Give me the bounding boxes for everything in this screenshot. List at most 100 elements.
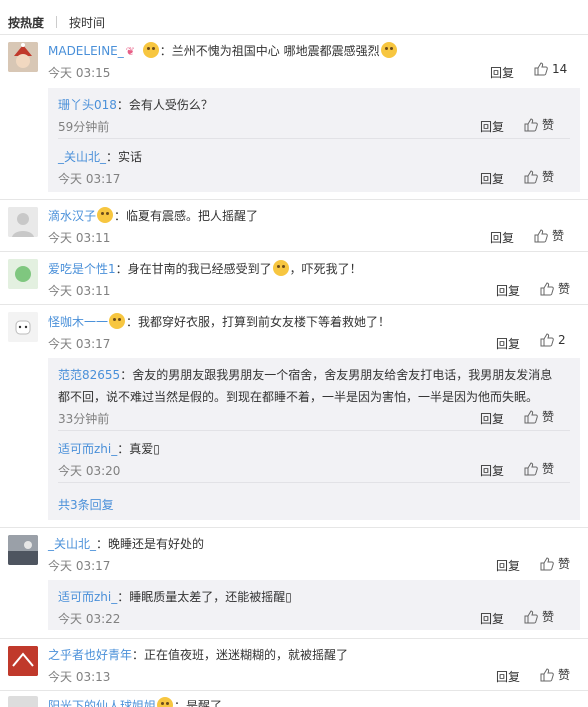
comment-text: ：是醒了 <box>174 699 223 707</box>
reply-text: ：实话 <box>106 150 143 164</box>
reply-text: ：睡眠质量太差了，还能被摇醒▯ <box>117 590 292 604</box>
like-button[interactable]: 14 <box>534 62 567 76</box>
comment-time: 今天 03:15 <box>48 66 111 80</box>
like-count: 2 <box>558 333 566 347</box>
reply-line: 适可而zhi_：睡眠质量太差了，还能被摇醒▯ <box>58 588 292 605</box>
comment-line: 阳光下的仙人球姐姐 ：是醒了 <box>48 697 222 707</box>
like-button[interactable]: 赞 <box>540 666 570 683</box>
reply-time: 33分钟前 <box>58 412 110 426</box>
reply-user[interactable]: 适可而zhi_ <box>58 590 117 604</box>
avatar[interactable] <box>8 535 38 565</box>
comment-user[interactable]: 阳光下的仙人球姐姐 <box>48 699 156 707</box>
comment-text: ：兰州不愧为祖国中心 哪地震都震感强烈 <box>159 44 380 58</box>
comment-user[interactable]: 爱吃是个性1 <box>48 262 116 276</box>
comment-text: ：晚睡还是有好处的 <box>96 537 205 551</box>
reply-user[interactable]: 珊丫头018 <box>58 98 117 112</box>
comment-line: _关山北_：晚睡还是有好处的 <box>48 535 204 552</box>
like-button[interactable]: 赞 <box>524 608 554 625</box>
divider <box>0 690 588 691</box>
reply-time: 今天 03:22 <box>58 612 121 626</box>
comment-text: ：我都穿好衣服，打算到前女友楼下等着救她了！ <box>126 315 391 329</box>
like-button[interactable]: 2 <box>540 333 566 347</box>
reply-line: 范范82655：舍友的男朋友跟我男朋友一个宿舍，舍友男朋友给舍友打电话，我男朋友… <box>58 366 552 383</box>
reply-button[interactable]: 回复 <box>480 118 504 135</box>
like-label: 赞 <box>542 610 555 624</box>
divider <box>0 34 588 35</box>
thumbs-up-icon <box>524 461 538 475</box>
reply-button[interactable]: 回复 <box>480 462 504 479</box>
comment-user[interactable]: 之乎者也好青年 <box>48 648 132 662</box>
like-button[interactable]: 赞 <box>540 280 570 297</box>
reply-line: _关山北_：实话 <box>58 148 142 165</box>
tab-time[interactable]: 按时间 <box>69 14 105 31</box>
comment-user[interactable]: 怪咖木一一 <box>48 315 108 329</box>
thumbs-up-icon <box>524 409 538 423</box>
thumbs-up-icon <box>524 169 538 183</box>
reply-button[interactable]: 回复 <box>496 557 520 574</box>
thumbs-up-icon <box>540 333 554 347</box>
reply-line: 珊丫头018：会有人受伤么？ <box>58 96 213 113</box>
like-label: 赞 <box>542 170 555 184</box>
avatar[interactable] <box>8 42 38 72</box>
divider <box>58 138 570 139</box>
like-button[interactable]: 赞 <box>524 116 554 133</box>
reply-button[interactable]: 回复 <box>490 64 514 81</box>
comment-user[interactable]: 滴水汉子 <box>48 209 96 223</box>
comment-text-end: ，吓死我了！ <box>289 262 362 276</box>
reply-button[interactable]: 回复 <box>496 335 520 352</box>
reply-time: 今天 03:17 <box>58 172 121 186</box>
comment-user[interactable]: _关山北_ <box>48 537 96 551</box>
comment-text: ：正在值夜班，迷迷糊糊的，就被摇醒了 <box>132 648 349 662</box>
avatar[interactable] <box>8 646 38 676</box>
thumbs-up-icon <box>524 609 538 623</box>
reply-user[interactable]: _关山北_ <box>58 150 106 164</box>
avatar[interactable] <box>8 312 38 342</box>
divider <box>58 430 570 431</box>
reply-time: 今天 03:20 <box>58 464 121 478</box>
reply-button[interactable]: 回复 <box>496 282 520 299</box>
avatar[interactable] <box>8 696 38 707</box>
reply-text: ：舍友的男朋友跟我男朋友一个宿舍，舍友男朋友给舍友打电话，我男朋友发消息 <box>120 368 553 382</box>
like-button[interactable]: 赞 <box>534 227 564 244</box>
tab-hot[interactable]: 按热度 <box>8 14 44 31</box>
divider <box>0 251 588 252</box>
comment-time: 今天 03:11 <box>48 231 111 245</box>
divider <box>0 199 588 200</box>
reply-box: 适可而zhi_：睡眠质量太差了，还能被摇醒▯ 今天 03:22 回复 赞 <box>48 580 580 630</box>
comment-line: MADELEINE_ ❦ ：兰州不愧为祖国中心 哪地震都震感强烈 <box>48 42 398 59</box>
reply-user[interactable]: 范范82655 <box>58 368 120 382</box>
like-button[interactable]: 赞 <box>524 460 554 477</box>
like-label: 赞 <box>558 557 571 571</box>
comment-line: 之乎者也好青年：正在值夜班，迷迷糊糊的，就被摇醒了 <box>48 646 348 663</box>
like-button[interactable]: 赞 <box>524 168 554 185</box>
reply-text: ：真爱▯ <box>117 442 160 456</box>
avatar[interactable] <box>8 207 38 237</box>
reply-button[interactable]: 回复 <box>480 170 504 187</box>
emoji-icon <box>272 260 289 276</box>
reply-button[interactable]: 回复 <box>496 668 520 685</box>
sort-tabs: 按热度 按时间 <box>8 12 105 32</box>
thumbs-up-icon <box>524 117 538 131</box>
crown-badge-icon <box>109 313 126 329</box>
comment-line: 爱吃是个性1：身在甘南的我已经感受到了 ，吓死我了！ <box>48 260 362 277</box>
comment-time: 今天 03:11 <box>48 284 111 298</box>
avatar[interactable] <box>8 259 38 289</box>
comment-user[interactable]: MADELEINE_ <box>48 44 124 58</box>
thumbs-up-icon <box>534 228 548 242</box>
like-label: 赞 <box>542 462 555 476</box>
comment-time: 今天 03:13 <box>48 670 111 684</box>
divider <box>0 638 588 639</box>
reply-button[interactable]: 回复 <box>490 229 514 246</box>
view-more-replies-link[interactable]: 共3条回复 <box>58 496 114 513</box>
divider <box>0 527 588 528</box>
reply-button[interactable]: 回复 <box>480 410 504 427</box>
crown-badge-icon <box>142 42 159 58</box>
reply-button[interactable]: 回复 <box>480 610 504 627</box>
comment-time: 今天 03:17 <box>48 559 111 573</box>
like-button[interactable]: 赞 <box>540 555 570 572</box>
like-button[interactable]: 赞 <box>524 408 554 425</box>
reply-user[interactable]: 适可而zhi_ <box>58 442 117 456</box>
reply-text-line2: 都不回，说不难过当然是假的。到现在都睡不着，一半是因为害怕，一半是因为他而失眠。 <box>58 390 539 404</box>
comment-line: 滴水汉子 ：临夏有震感。把人摇醒了 <box>48 207 258 224</box>
like-label: 赞 <box>558 668 571 682</box>
